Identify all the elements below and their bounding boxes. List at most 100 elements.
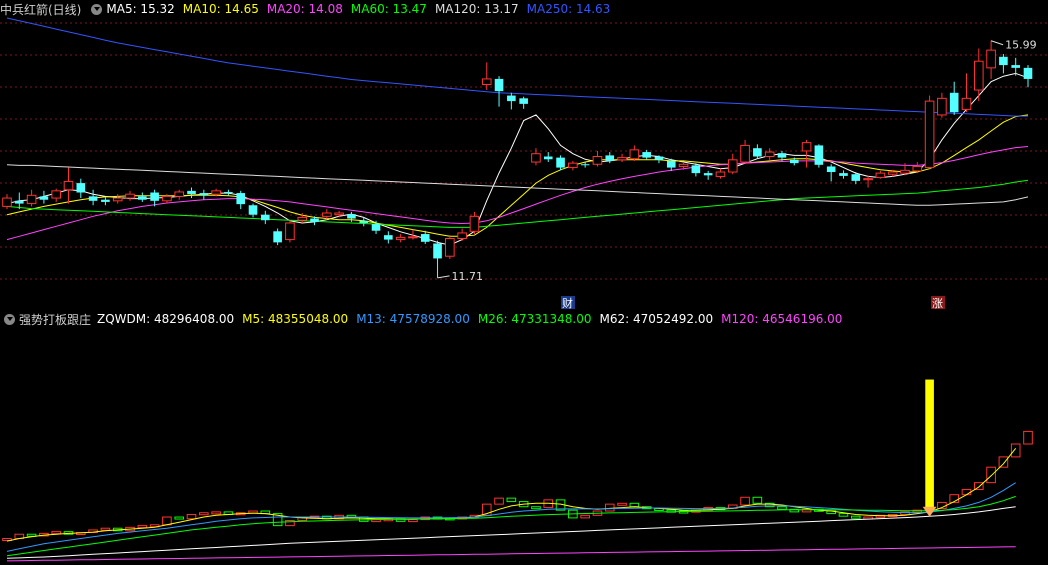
indicator-bar	[961, 489, 972, 496]
candle-up	[592, 156, 603, 165]
candles	[2, 40, 1033, 278]
indicator-bar	[998, 456, 1009, 468]
candle-down	[76, 183, 86, 193]
indicator-bar	[531, 506, 541, 510]
indicator-chart[interactable]	[0, 310, 1048, 565]
candle-up	[395, 236, 406, 241]
indicator-panel[interactable]: 强势打板跟庄 ZQWDM: 48296408.00 M5: 48355048.0…	[0, 310, 1048, 565]
grid-lines	[0, 22, 1048, 280]
indicator-lines	[6, 447, 1017, 562]
candle-up	[863, 178, 873, 181]
finance-marker[interactable]: 财	[561, 296, 575, 310]
candle-up	[457, 232, 467, 239]
candle-down	[39, 196, 49, 200]
indicator-legend: 强势打板跟庄 ZQWDM: 48296408.00 M5: 48355048.0…	[0, 310, 850, 328]
candle-up	[2, 197, 12, 207]
candle-down	[88, 196, 98, 201]
legend-zqwdm: ZQWDM: 48296408.00	[97, 312, 235, 326]
legend-ma20: MA20: 14.08	[266, 2, 343, 16]
legend-ma250: MA250: 14.63	[526, 2, 611, 16]
signal-bar	[925, 379, 934, 509]
indicator-bar	[986, 466, 996, 484]
candle-up	[531, 153, 541, 163]
candle-down	[1011, 65, 1021, 68]
low-price-label: 11.71	[452, 270, 484, 283]
indicator-bar	[186, 513, 197, 520]
indicator-bar	[740, 496, 750, 506]
candle-down	[654, 156, 664, 160]
legend-m5: M5: 48355048.00	[242, 312, 349, 326]
candle-down	[691, 165, 701, 174]
indicator-bar	[100, 527, 111, 531]
rise-marker-label: 涨	[932, 297, 943, 310]
candle-down	[371, 224, 381, 231]
candle-down	[777, 153, 787, 158]
candle-up	[764, 151, 775, 157]
indicator-bar	[211, 511, 221, 515]
candle-down	[224, 191, 233, 193]
line-m62	[6, 506, 1016, 559]
price-panel[interactable]: 中兵红箭(日线) MA5: 15.32 MA10: 14.65 MA20: 14…	[0, 0, 1048, 310]
candle-up	[26, 194, 37, 205]
candle-up	[912, 165, 923, 172]
candle-down	[14, 200, 24, 204]
indicator-bar	[199, 512, 209, 516]
candle-up	[211, 190, 221, 195]
candle-down	[273, 231, 282, 243]
candle-up	[63, 180, 74, 191]
candle-up	[678, 163, 689, 167]
indicator-bar	[494, 497, 504, 505]
legend-ma10: MA10: 14.65	[182, 2, 259, 16]
dropdown-icon[interactable]	[91, 3, 103, 15]
low-pointer	[437, 275, 450, 279]
indicator-bar	[617, 502, 627, 506]
candle-up	[162, 195, 172, 202]
legend-m13: M13: 47578928.00	[356, 312, 470, 326]
candle-up	[469, 215, 480, 232]
indicator-bar	[174, 516, 185, 520]
legend-ma60: MA60: 13.47	[350, 2, 427, 16]
indicator-bar	[752, 496, 763, 504]
legend-m120: M120: 46546196.00	[721, 312, 843, 326]
candle-down	[580, 164, 590, 166]
candle-down	[199, 193, 209, 196]
candle-up	[986, 49, 996, 69]
candle-up	[408, 236, 418, 239]
candle-down	[101, 199, 110, 202]
finance-marker-label: 财	[562, 296, 573, 310]
candle-down	[519, 98, 528, 104]
candle-down	[999, 56, 1008, 66]
line-m120	[6, 546, 1016, 562]
candle-up	[568, 162, 578, 169]
stock-title[interactable]: 中兵红箭(日线)	[0, 1, 81, 18]
candle-up	[334, 212, 344, 216]
candle-up	[125, 193, 135, 199]
candle-down	[814, 145, 824, 165]
candle-down	[261, 214, 270, 221]
line-ma5	[6, 72, 1029, 246]
candle-down	[248, 205, 258, 215]
legend-m62: M62: 47052492.00	[599, 312, 714, 326]
candle-down	[753, 148, 762, 157]
indicator-bar	[408, 519, 418, 523]
candle-down	[642, 152, 651, 158]
indicator-bar	[506, 497, 517, 503]
candlestick-chart[interactable]: 15.99 11.71 财 涨	[0, 0, 1048, 310]
candle-up	[801, 142, 812, 152]
candle-down	[187, 190, 196, 195]
candle-up	[727, 159, 738, 173]
indicator-title[interactable]: 强势打板跟庄	[19, 311, 91, 328]
candle-up	[51, 190, 62, 199]
candle-down	[150, 192, 159, 201]
candle-down	[507, 95, 516, 102]
legend-ma120: MA120: 13.17	[434, 2, 519, 16]
candle-up	[174, 191, 185, 197]
candle-up	[445, 237, 455, 257]
indicator-bar	[1023, 430, 1033, 445]
indicator-bar	[1010, 443, 1021, 458]
line-ma10	[6, 114, 1029, 237]
indicator-dropdown-icon[interactable]	[4, 313, 15, 325]
indicator-bar	[777, 506, 787, 510]
candle-up	[875, 172, 886, 179]
rise-marker[interactable]: 涨	[931, 296, 945, 310]
